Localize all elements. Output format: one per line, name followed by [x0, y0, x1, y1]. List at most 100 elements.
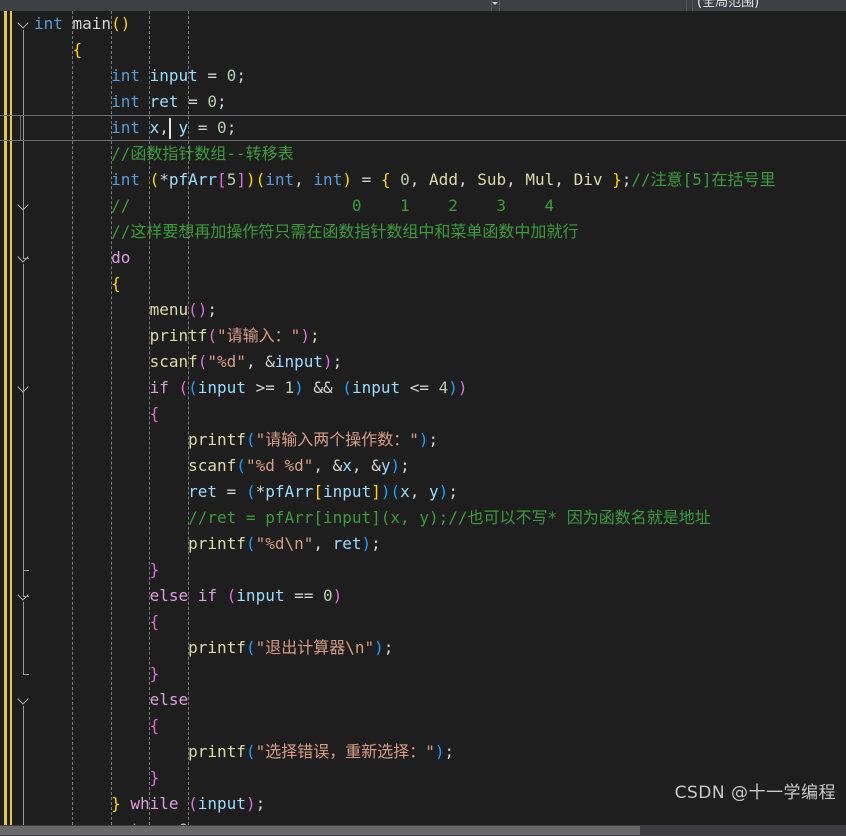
chevron-down-icon[interactable]	[492, 2, 498, 5]
code-line[interactable]: scanf("%d", &input);	[34, 349, 846, 375]
code-token: )	[245, 170, 256, 189]
code-token: (	[245, 430, 256, 449]
code-token: )	[294, 378, 304, 397]
chevron-down-icon[interactable]	[17, 693, 30, 706]
code-token: (	[178, 378, 189, 397]
code-editor[interactable]: int main() { int input = 0; int ret = 0;…	[0, 11, 846, 825]
code-line[interactable]: int input = 0;	[34, 63, 846, 89]
horizontal-scrollbar[interactable]	[0, 825, 846, 836]
code-line[interactable]: if ((input >= 1) && (input <= 4))	[34, 375, 846, 401]
code-token: (	[245, 482, 256, 501]
code-line[interactable]: printf("请输入两个操作数：");	[34, 427, 846, 453]
code-line[interactable]: ret = (*pfArr[input])(x, y);	[34, 479, 846, 505]
code-token: ret	[188, 482, 218, 501]
code-token: ,	[506, 170, 526, 189]
code-line[interactable]: // 0 1 2 3 4	[34, 193, 846, 219]
code-line[interactable]: int main()	[34, 11, 846, 37]
code-token: //这样要想再加操作符只需在函数指针数组中和菜单函数中加就行	[111, 222, 579, 241]
code-token: ;	[207, 300, 218, 319]
code-token: int	[111, 118, 150, 137]
fold-scope-end	[23, 258, 29, 259]
code-token: y	[429, 482, 439, 501]
code-line[interactable]: {	[34, 713, 846, 739]
code-token: ;	[332, 352, 343, 371]
code-token: 0	[217, 118, 227, 137]
code-line[interactable]: int x, y = 0;	[34, 115, 846, 141]
toolbar-strip: (全局范围)	[0, 0, 846, 11]
code-line[interactable]: //ret = pfArr[input](x, y);//也可以不写* 因为函数…	[34, 505, 846, 531]
code-line[interactable]: }	[34, 661, 846, 687]
code-token: {	[149, 612, 160, 631]
code-token: (	[149, 170, 160, 189]
code-line[interactable]: scanf("%d %d", &x, &y);	[34, 453, 846, 479]
code-token: int	[111, 92, 150, 111]
code-line[interactable]: printf("选择错误，重新选择：");	[34, 739, 846, 765]
code-token: *	[159, 170, 169, 189]
code-token: int	[313, 170, 343, 189]
code-token: {	[149, 716, 160, 735]
code-token: Mul	[525, 170, 555, 189]
code-line[interactable]: menu();	[34, 297, 846, 323]
code-token: (	[188, 794, 198, 813]
code-line[interactable]: {	[34, 271, 846, 297]
code-token: , &	[245, 352, 275, 371]
code-line[interactable]: //这样要想再加操作符只需在函数指针数组中和菜单函数中加就行	[34, 219, 846, 245]
code-token: (	[188, 300, 198, 319]
code-token: )	[457, 378, 468, 397]
code-line[interactable]: else	[34, 687, 846, 713]
code-token: input	[351, 378, 401, 397]
code-token: (	[111, 14, 121, 33]
code-line[interactable]: do	[34, 245, 846, 271]
code-line[interactable]: int ret = 0;	[34, 89, 846, 115]
code-token: ,	[313, 534, 333, 553]
code-token: ;	[236, 66, 246, 85]
code-token: int	[34, 14, 73, 33]
chevron-down-icon[interactable]	[17, 17, 30, 30]
code-token: ret	[332, 534, 362, 553]
code-line[interactable]: else if (input == 0)	[34, 583, 846, 609]
code-token: "退出计算器\n"	[255, 638, 375, 657]
code-token: ,	[409, 170, 430, 189]
code-line[interactable]: {	[34, 609, 846, 635]
code-token: 5	[226, 170, 237, 189]
horizontal-scroll-thumb[interactable]	[0, 826, 640, 835]
code-line[interactable]: printf("退出计算器\n");	[34, 635, 846, 661]
code-line[interactable]: printf("请输入：");	[34, 323, 846, 349]
code-token: printf	[149, 326, 208, 345]
code-token: ;	[444, 742, 455, 761]
code-token: {	[380, 170, 401, 189]
code-surface[interactable]: int main() { int input = 0; int ret = 0;…	[0, 11, 846, 825]
code-token: //函数指针数组--转移表	[111, 144, 294, 163]
code-token: (	[245, 638, 256, 657]
scope-combobox-value[interactable]: (全局范围)	[697, 0, 759, 10]
code-line[interactable]: return 0;	[34, 817, 846, 825]
code-token: (	[236, 456, 246, 475]
fold-scope-line	[23, 30, 24, 258]
code-line[interactable]: }	[34, 557, 846, 583]
code-line[interactable]: {	[34, 401, 846, 427]
code-token: printf	[188, 430, 246, 449]
code-line[interactable]: printf("%d\n", ret);	[34, 531, 846, 557]
code-line[interactable]: int (*pfArr[5])(int, int) = { 0, Add, Su…	[34, 167, 846, 193]
code-token: y	[178, 118, 189, 137]
code-token: (	[226, 586, 237, 605]
code-token: 0	[207, 92, 218, 111]
code-line[interactable]: //函数指针数组--转移表	[34, 141, 846, 167]
code-token: }	[149, 664, 160, 683]
code-line[interactable]: {	[34, 37, 846, 63]
code-token: )	[448, 378, 458, 397]
code-token: scanf	[149, 352, 198, 371]
code-token: 4	[438, 378, 449, 397]
